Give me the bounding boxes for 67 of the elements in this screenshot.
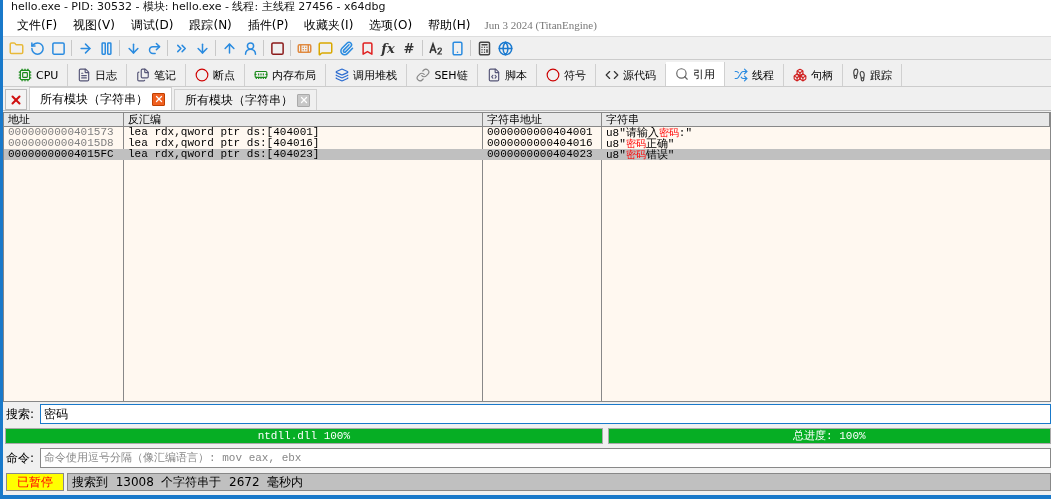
toolbar-glyph[interactable]: fx [380, 40, 396, 56]
table-cell: 0000000000404023 [483, 149, 602, 160]
menu-item[interactable]: 选项(O) [361, 16, 421, 34]
table-cell: lea rdx,qword ptr ds:[404023] [124, 149, 483, 160]
debug-state: 已暂停 [6, 473, 64, 491]
notes-icon [136, 68, 151, 82]
table-cell-text: lea rdx,qword ptr ds:[404001] [127, 127, 321, 138]
pause-icon[interactable] [98, 40, 114, 56]
command-label: 命令: [6, 449, 35, 467]
breakpoint-icon [195, 68, 210, 82]
code-icon [604, 68, 619, 82]
column-header[interactable]: 字符串 [602, 113, 1050, 127]
folder-icon[interactable] [8, 40, 24, 56]
table-cell-text: u8"请输入密码:" [605, 127, 693, 138]
stop-icon[interactable] [50, 40, 66, 56]
table-cell-text: 0000000000401573 [7, 127, 115, 138]
column-header[interactable]: 地址 [4, 113, 124, 127]
status-message: 搜索到 13008 个字符串于 2672 毫秒内 [67, 473, 1051, 491]
stack-icon [335, 68, 350, 82]
command-field[interactable]: 命令使用逗号分隔（像汇编语言）: mov eax, ebx [40, 448, 1051, 468]
table-cell-text: 00000000004015D8 [7, 138, 115, 149]
menu-item[interactable]: 收藏夹(I) [296, 16, 362, 34]
column-header[interactable]: 字符串地址 [483, 113, 602, 127]
column-header[interactable]: 反汇编 [124, 113, 483, 127]
close-tab-button[interactable] [297, 93, 310, 107]
close-button[interactable] [5, 89, 27, 110]
window-title: hello.exe - PID: 30532 - 模块: hello.exe - 线程: 主线程 27456 - x64dbg [11, 0, 386, 14]
table-cell-text: lea rdx,qword ptr ds:[404016] [127, 138, 321, 149]
menu-item[interactable]: 帮助(H) [420, 16, 479, 34]
progress-text: 总进度: 100% [792, 429, 867, 443]
footprints-icon [851, 68, 866, 82]
table-cell: u8"密码错误" [602, 149, 1050, 160]
menu-item[interactable]: 跟踪(N) [181, 16, 240, 34]
chip-icon [18, 68, 32, 82]
search-icon [674, 67, 689, 81]
bookmark-icon[interactable] [359, 40, 375, 56]
search-label: 搜索: [6, 405, 35, 423]
close-icon [9, 92, 23, 107]
table-cell-text: 0000000000404016 [486, 138, 594, 149]
menu-item[interactable]: 视图(V) [65, 16, 123, 34]
table-cell-text: 0000000000404001 [486, 127, 594, 138]
close-icon [298, 95, 309, 105]
globe-icon[interactable] [497, 40, 513, 56]
comment-icon[interactable] [317, 40, 333, 56]
menu-item[interactable]: 调试(D) [122, 16, 182, 34]
toolbar-glyph[interactable]: # [401, 40, 417, 56]
reference-tab[interactable]: 所有模块（字符串） [29, 87, 172, 110]
tab[interactable]: 引用 [665, 62, 725, 86]
calculator-icon[interactable] [476, 40, 492, 56]
reference-tab[interactable]: 所有模块（字符串） [174, 89, 317, 110]
restart-icon[interactable] [29, 40, 45, 56]
close-icon [153, 94, 164, 104]
menu-item[interactable]: 文件(F) [9, 16, 66, 34]
user-icon[interactable] [242, 40, 258, 56]
device-icon[interactable] [449, 40, 465, 56]
menu-item[interactable]: 插件(P) [239, 16, 297, 34]
close-tab-button[interactable] [152, 92, 165, 106]
progress-text: ntdll.dll 100% [256, 429, 352, 443]
search-field[interactable]: 密码 [40, 404, 1051, 424]
table-cell: 00000000004015FC [4, 149, 124, 160]
attachment-icon[interactable] [338, 40, 354, 56]
chain-icon [416, 68, 431, 82]
build-info: Jun 3 2024 (TitanEngine) [483, 19, 597, 31]
log-icon [77, 68, 92, 82]
text-size-icon[interactable] [428, 40, 444, 56]
table-cell-text: u8"密码正确" [605, 138, 675, 149]
memory-icon [254, 68, 269, 82]
